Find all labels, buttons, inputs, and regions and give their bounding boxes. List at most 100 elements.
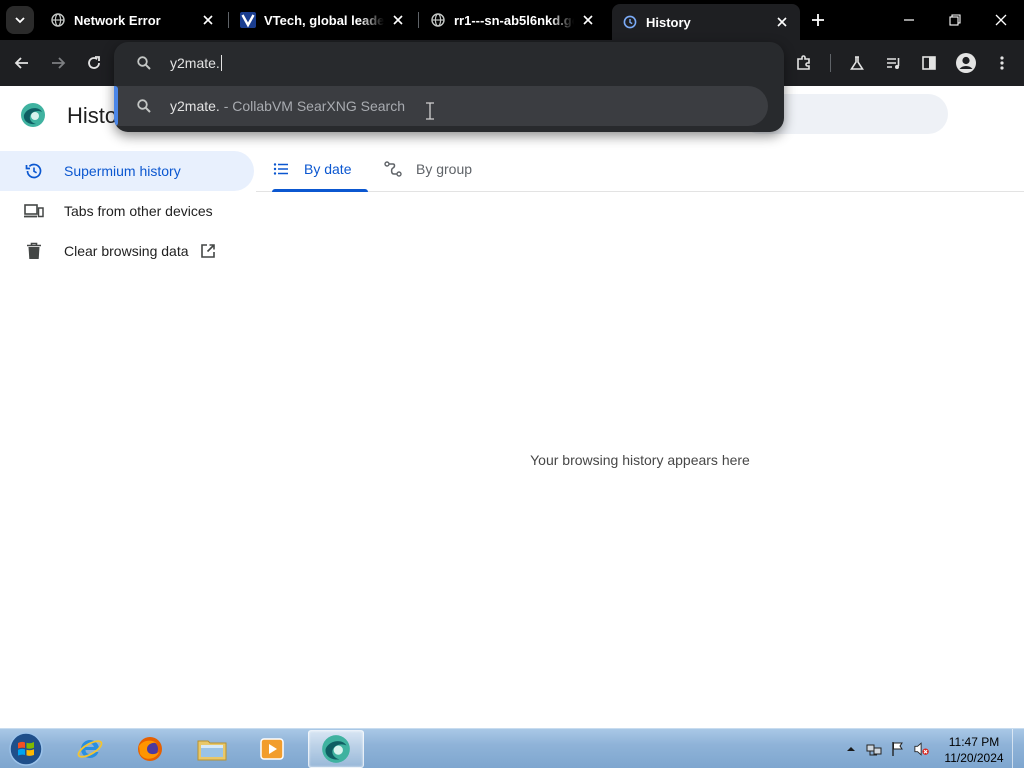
text-cursor-icon [426, 102, 434, 120]
tab-by-group[interactable]: By group [368, 146, 498, 191]
chevron-up-icon [847, 747, 855, 751]
tab-network-error[interactable]: Network Error [40, 4, 226, 36]
close-icon[interactable] [774, 14, 790, 30]
side-panel-button[interactable] [915, 49, 943, 77]
media-controls-button[interactable] [880, 49, 908, 77]
sidebar-item-label: Clear browsing data [64, 243, 189, 259]
tab-label: By group [416, 160, 473, 177]
tab-title: History [646, 14, 691, 30]
group-icon [384, 160, 402, 178]
queue-music-icon [887, 58, 900, 69]
selected-indicator [114, 86, 118, 126]
labs-button[interactable] [843, 49, 871, 77]
tab-vtech[interactable]: VTech, global leader in [230, 4, 416, 36]
restore-button[interactable] [932, 0, 978, 40]
tray-network[interactable] [866, 741, 882, 757]
devices-icon [24, 201, 44, 221]
reload-icon [88, 56, 100, 69]
sidebar-item-supermium-history[interactable]: Supermium history [0, 151, 254, 191]
clock-date: 11/20/2024 [944, 751, 1004, 765]
vtech-logo-icon [240, 12, 256, 28]
profile-button[interactable] [952, 49, 980, 77]
chevron-down-icon [15, 17, 25, 24]
sidebar-item-label: Tabs from other devices [64, 203, 213, 219]
arrow-right-icon [52, 57, 66, 69]
minimize-button[interactable] [886, 0, 932, 40]
address-bar[interactable]: y2mate. [114, 42, 784, 84]
tab-title: VTech, global leader in [264, 12, 384, 28]
suggestion-text: y2mate. - CollabVM SearXNG Search [170, 98, 405, 114]
arrow-left-icon [14, 57, 28, 69]
taskbar-file-explorer[interactable] [184, 730, 240, 768]
supermium-logo-icon [322, 735, 350, 763]
tab-by-date[interactable]: By date [256, 146, 368, 192]
restore-icon [949, 14, 961, 26]
tab-separator [228, 12, 229, 28]
search-icon [137, 99, 151, 113]
open-in-new-icon [199, 242, 217, 260]
avatar-icon [956, 53, 976, 73]
tray-volume[interactable] [914, 741, 930, 757]
toolbar-divider [830, 54, 831, 72]
tab-history[interactable]: History [612, 4, 800, 40]
tray-action-center[interactable] [890, 741, 906, 757]
clock-time: 11:47 PM [948, 735, 1000, 749]
search-icon [137, 56, 151, 70]
puzzle-icon [797, 55, 810, 70]
windows-taskbar: 11:47 PM 11/20/2024 [0, 728, 1024, 768]
tab-label: By date [304, 160, 352, 177]
active-tab-indicator [272, 189, 368, 192]
list-icon [272, 160, 290, 178]
globe-icon [430, 12, 446, 28]
taskbar-clock[interactable]: 11:47 PM 11/20/2024 [940, 734, 1008, 766]
trash-icon [24, 241, 44, 261]
tab-title: Network Error [74, 12, 161, 28]
omnibox-suggestion[interactable]: y2mate. - CollabVM SearXNG Search [114, 86, 768, 126]
sidebar-item-clear-browsing-data[interactable]: Clear browsing data [0, 231, 254, 271]
close-icon [995, 14, 1007, 26]
sidebar-item-tabs-from-other-devices[interactable]: Tabs from other devices [0, 191, 254, 231]
forward-button[interactable] [44, 49, 72, 77]
history-icon [622, 14, 638, 30]
tab-search-button[interactable] [6, 6, 34, 34]
more-vert-icon [1000, 56, 1004, 70]
new-tab-button[interactable] [806, 8, 830, 32]
sidebar-item-label: Supermium history [64, 163, 181, 179]
tab-separator [418, 12, 419, 28]
network-icon [866, 744, 882, 756]
tab-strip: Network Error VTech, global leader in rr… [0, 0, 1024, 40]
reload-button[interactable] [80, 49, 108, 77]
close-icon[interactable] [390, 12, 406, 28]
address-input[interactable]: y2mate. [170, 55, 222, 71]
extensions-button[interactable] [790, 49, 818, 77]
tab-googlevideo[interactable]: rr1---sn-ab5l6nkd.goo [420, 4, 606, 36]
text-caret [220, 55, 222, 71]
close-icon[interactable] [200, 12, 216, 28]
start-button[interactable] [6, 730, 46, 768]
taskbar-internet-explorer[interactable] [62, 730, 118, 768]
flag-icon [892, 742, 903, 756]
back-button[interactable] [8, 49, 36, 77]
close-icon[interactable] [580, 12, 596, 28]
show-desktop-button[interactable] [1012, 729, 1024, 768]
close-window-button[interactable] [978, 0, 1024, 40]
media-player-icon [260, 738, 284, 760]
firefox-icon [138, 737, 162, 761]
supermium-logo-icon [21, 103, 45, 127]
windows-logo-icon [9, 732, 43, 766]
minimize-icon [904, 19, 914, 21]
plus-icon [812, 14, 824, 26]
flask-icon [850, 56, 864, 70]
show-hidden-icons-button[interactable] [843, 741, 859, 757]
omnibox-popup: y2mate. y2mate. - CollabVM SearXNG Searc… [114, 42, 784, 132]
taskbar-media-player[interactable] [244, 730, 300, 768]
menu-button[interactable] [988, 49, 1016, 77]
tab-title: rr1---sn-ab5l6nkd.goo [454, 12, 574, 28]
folder-icon [197, 740, 227, 761]
volume-muted-icon [914, 742, 929, 756]
taskbar-firefox[interactable] [122, 730, 178, 768]
side-panel-icon [922, 56, 936, 70]
taskbar-supermium[interactable] [308, 730, 364, 768]
history-icon [24, 161, 44, 181]
globe-icon [50, 12, 66, 28]
